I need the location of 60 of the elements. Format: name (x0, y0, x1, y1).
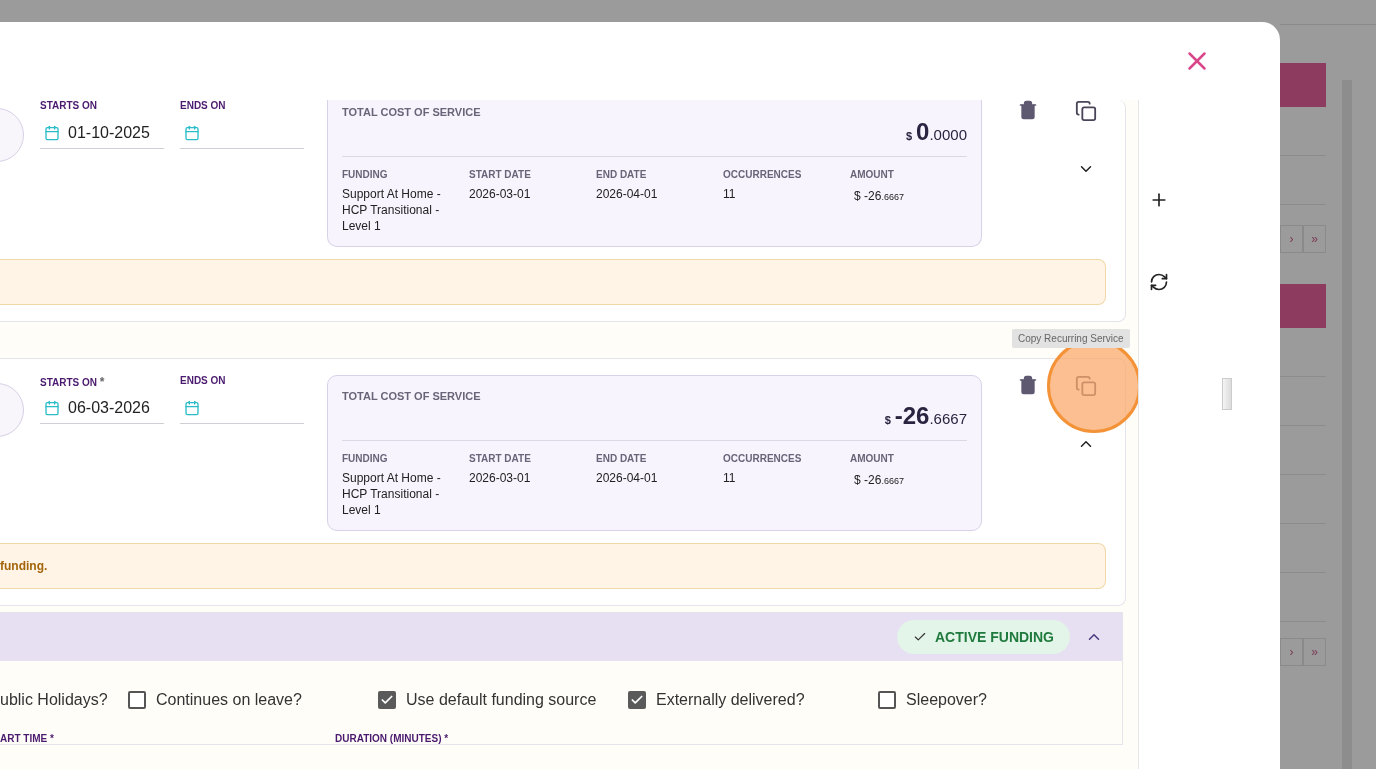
tooltip: Copy Recurring Service (1012, 329, 1130, 348)
refresh-icon (1149, 272, 1169, 292)
refresh-button[interactable] (1149, 272, 1169, 292)
column-heading: END DATE (596, 169, 648, 180)
table-cell-text: 2026-04-01 (596, 186, 659, 203)
status-badge: ACTIVE FUNDING (897, 620, 1070, 654)
table-cell-text: 11 (723, 186, 737, 203)
field-label: DURATION (MINUTES) * (335, 733, 450, 744)
field-label: ENDS ON (180, 375, 227, 388)
background-banner (1280, 284, 1326, 328)
column-heading: AMOUNT (850, 453, 895, 464)
column-heading: OCCURRENCES (723, 169, 803, 180)
column-heading: FUNDING (342, 453, 389, 464)
checkbox[interactable] (628, 691, 646, 709)
checkbox-option[interactable]: Sleepover? (878, 691, 1038, 709)
total-amount: $ -26.6667 (883, 402, 967, 430)
checkbox[interactable] (128, 691, 146, 709)
table-cell-text: 11 (723, 470, 737, 487)
table-cell-text: Support At Home - HCP Transitional - Level 1 (342, 186, 442, 234)
field-label: ENDS ON (180, 100, 227, 113)
date-field[interactable]: 06-03-2026 (40, 393, 164, 424)
trash-icon (1018, 375, 1038, 395)
cost-title: TOTAL COST OF SERVICE (342, 390, 482, 402)
checkbox[interactable] (378, 691, 396, 709)
check-icon (380, 693, 394, 707)
table-cell-text: 2026-03-01 (469, 470, 532, 487)
table-cell-text: Support At Home - HCP Transitional - Level 1 (342, 470, 442, 518)
check-icon (913, 630, 927, 644)
calendar-icon (44, 400, 60, 416)
cost-title: TOTAL COST OF SERVICE (342, 106, 482, 118)
total-amount: $ 0.0000 (904, 118, 967, 146)
check-icon (630, 693, 644, 707)
amount-cell-text: $ -26.6667 (853, 189, 904, 203)
column-heading: FUNDING (342, 169, 389, 180)
column-heading: START DATE (469, 169, 532, 180)
checkbox[interactable] (878, 691, 896, 709)
field-label: STARTS ON (40, 100, 99, 113)
checkbox-option[interactable]: Use default funding source (378, 691, 628, 709)
amount-cell-text: $ -26.6667 (853, 473, 904, 487)
column-heading: END DATE (596, 453, 648, 464)
column-heading: START DATE (469, 453, 532, 464)
background-banner (1280, 63, 1326, 107)
copy-icon (1075, 100, 1097, 122)
field-label: STARTS ON * (40, 375, 106, 389)
date-field[interactable]: 01-10-2025 (40, 118, 164, 149)
calendar-icon (184, 125, 200, 141)
warning-text: funding. (0, 559, 48, 573)
column-heading: AMOUNT (850, 169, 895, 180)
scrollbar-thumb[interactable] (1222, 378, 1232, 410)
column-heading: OCCURRENCES (723, 453, 803, 464)
calendar-icon (184, 400, 200, 416)
table-cell-text: 2026-04-01 (596, 470, 659, 487)
calendar-icon (44, 125, 60, 141)
trash-icon (1018, 100, 1038, 120)
checkbox-option[interactable]: Externally delivered? (628, 691, 878, 709)
table-cell-text: 2026-03-01 (469, 186, 532, 203)
checkbox-label: ublic Holidays? (0, 691, 109, 709)
copy-button[interactable] (1074, 100, 1098, 122)
checkbox-option[interactable]: Continues on leave? (128, 691, 378, 709)
field-label: ART TIME * (0, 733, 55, 744)
